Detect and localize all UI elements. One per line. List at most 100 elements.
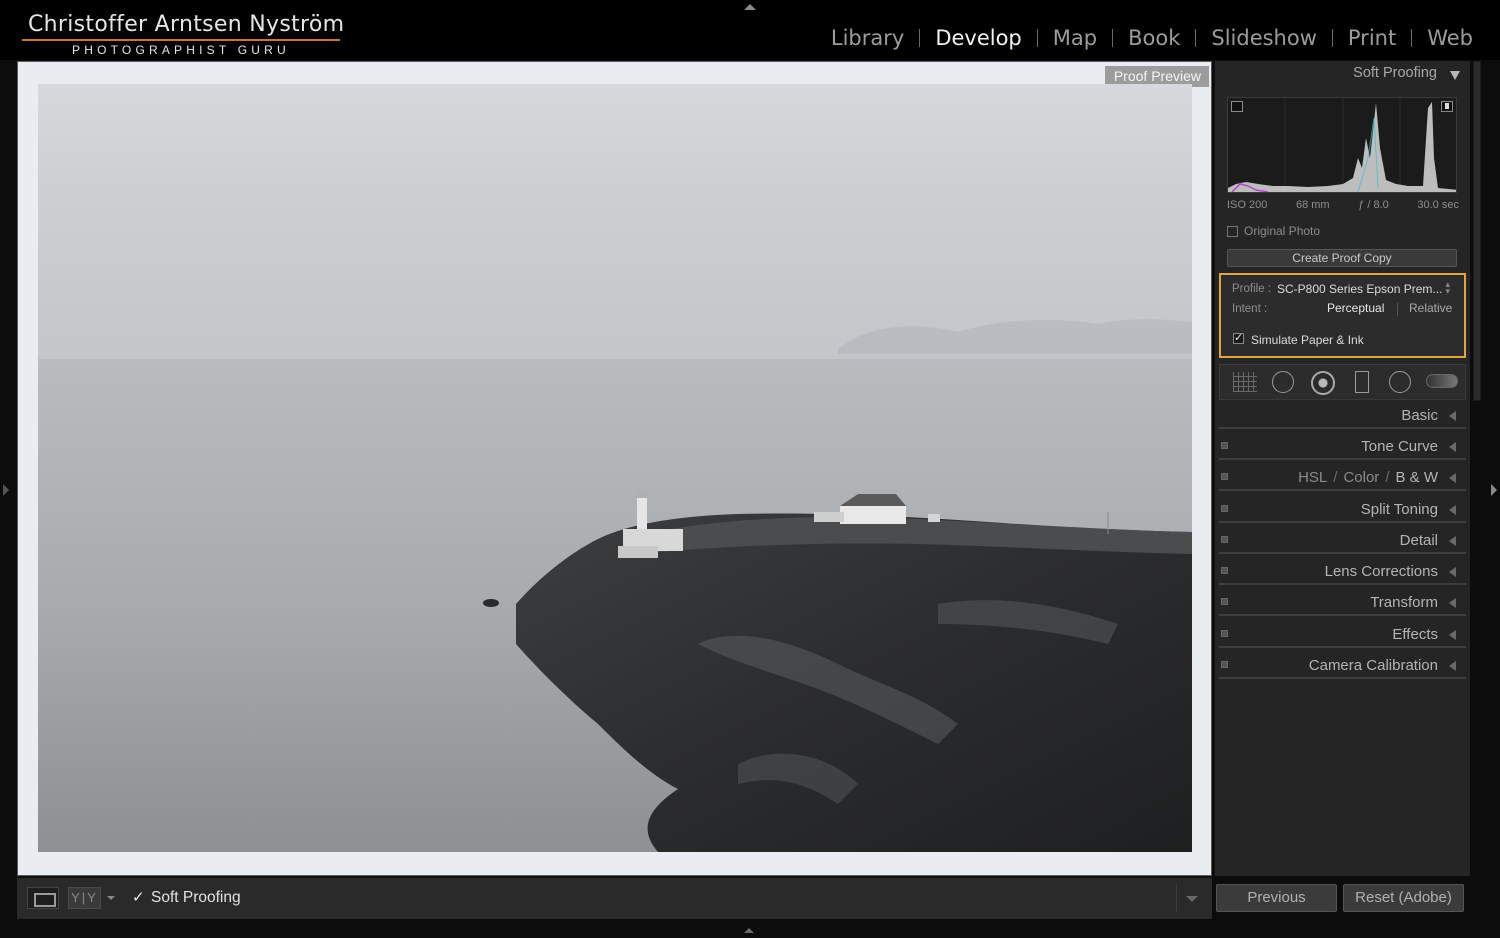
section-expand-icon[interactable] bbox=[1449, 661, 1456, 671]
lighthouse-photo bbox=[38, 84, 1192, 852]
reset-button[interactable]: Reset (Adobe) bbox=[1343, 884, 1464, 912]
section-expand-icon[interactable] bbox=[1449, 598, 1456, 608]
intent-relative-option[interactable]: Relative bbox=[1409, 301, 1452, 315]
crop-tool-icon[interactable] bbox=[1232, 372, 1257, 392]
section-expand-icon[interactable] bbox=[1449, 536, 1456, 546]
identity-plate: Christoffer Arntsen Nyström PHOTOGRAPHIS… bbox=[22, 12, 345, 57]
section-split-toning-label: Split Toning bbox=[1360, 501, 1438, 518]
toolbar-options-dropdown[interactable] bbox=[1176, 884, 1204, 912]
section-toggle-icon[interactable] bbox=[1221, 536, 1228, 543]
profile-stepper-icon[interactable]: ▴ ▾ bbox=[1445, 280, 1450, 296]
section-transform-label: Transform bbox=[1370, 594, 1438, 611]
section-toggle-icon[interactable] bbox=[1221, 630, 1228, 637]
section-toggle-icon[interactable] bbox=[1221, 473, 1228, 480]
simulate-paper-ink-label[interactable]: Simulate Paper & Ink bbox=[1251, 333, 1364, 347]
section-expand-icon[interactable] bbox=[1449, 505, 1456, 515]
section-lens-corrections[interactable]: Lens Corrections bbox=[1219, 559, 1466, 585]
section-expand-icon[interactable] bbox=[1449, 567, 1456, 577]
develop-tool-strip bbox=[1219, 364, 1466, 400]
exif-info: ISO 200 68 mm ƒ / 8.0 30.0 sec bbox=[1227, 199, 1459, 211]
panel-collapse-triangle-icon[interactable] bbox=[1450, 71, 1460, 80]
section-toggle-icon[interactable] bbox=[1221, 505, 1228, 512]
module-web[interactable]: Web bbox=[1412, 26, 1488, 50]
module-library[interactable]: Library bbox=[816, 26, 919, 50]
module-map[interactable]: Map bbox=[1038, 26, 1112, 50]
identity-accent-line bbox=[22, 39, 340, 41]
section-toggle-icon[interactable] bbox=[1221, 567, 1228, 574]
collapse-right-panel-icon[interactable] bbox=[1491, 484, 1497, 496]
section-tone-curve[interactable]: Tone Curve bbox=[1219, 434, 1466, 460]
profile-label: Profile : bbox=[1232, 283, 1271, 295]
bw-tab[interactable]: B & W bbox=[1395, 469, 1438, 486]
section-effects-label: Effects bbox=[1392, 626, 1438, 643]
soft-proofing-settings: Profile : SC-P800 Series Epson Prem... ▴… bbox=[1219, 273, 1466, 358]
section-detail-label: Detail bbox=[1399, 532, 1438, 549]
adjustment-brush-tool-icon[interactable] bbox=[1426, 369, 1459, 395]
module-picker: Library Develop Map Book Slideshow Print… bbox=[816, 26, 1488, 50]
spot-removal-tool-icon[interactable] bbox=[1270, 369, 1296, 395]
exif-focal-length: 68 mm bbox=[1295, 199, 1330, 211]
original-photo-row[interactable]: Original Photo bbox=[1227, 224, 1320, 238]
expand-left-panel-icon[interactable] bbox=[3, 484, 9, 496]
graduated-filter-tool-icon[interactable] bbox=[1348, 369, 1374, 395]
highlight-clipping-icon[interactable] bbox=[1441, 101, 1453, 112]
develop-bottom-buttons: Previous Reset (Adobe) bbox=[1216, 884, 1464, 914]
section-toggle-icon[interactable] bbox=[1221, 661, 1228, 668]
photo-image[interactable] bbox=[38, 84, 1192, 852]
original-photo-checkbox[interactable] bbox=[1227, 225, 1238, 237]
simulate-paper-ink-checkbox[interactable]: ✓ bbox=[1233, 333, 1244, 344]
section-camera-calibration-label: Camera Calibration bbox=[1308, 657, 1438, 674]
section-detail[interactable]: Detail bbox=[1219, 528, 1466, 554]
identity-subtitle: PHOTOGRAPHIST GURU bbox=[72, 43, 290, 57]
identity-name: Christoffer Arntsen Nyström bbox=[28, 12, 345, 37]
loupe-view-button[interactable] bbox=[27, 887, 59, 909]
section-lens-corrections-label: Lens Corrections bbox=[1324, 563, 1438, 580]
before-after-button[interactable]: Y|Y bbox=[68, 887, 101, 909]
original-photo-label: Original Photo bbox=[1244, 224, 1321, 238]
section-effects[interactable]: Effects bbox=[1219, 622, 1466, 648]
soft-proofing-panel-header[interactable]: Soft Proofing bbox=[1215, 65, 1467, 87]
section-expand-icon[interactable] bbox=[1449, 473, 1456, 483]
shadow-clipping-icon[interactable] bbox=[1231, 101, 1243, 112]
hsl-separator: / bbox=[1333, 469, 1338, 486]
histogram[interactable] bbox=[1227, 97, 1457, 193]
expand-filmstrip-icon[interactable] bbox=[744, 928, 754, 933]
module-book[interactable]: Book bbox=[1113, 26, 1195, 50]
intent-label: Intent : bbox=[1232, 303, 1268, 315]
section-basic-label: Basic bbox=[1401, 407, 1438, 424]
top-bar: Christoffer Arntsen Nyström PHOTOGRAPHIS… bbox=[0, 0, 1500, 60]
red-eye-tool-icon[interactable] bbox=[1309, 369, 1335, 395]
exif-iso: ISO 200 bbox=[1227, 199, 1268, 211]
before-after-dropdown-icon[interactable] bbox=[107, 896, 115, 900]
profile-select[interactable]: SC-P800 Series Epson Prem... bbox=[1277, 282, 1442, 296]
module-print[interactable]: Print bbox=[1333, 26, 1411, 50]
soft-proofing-label[interactable]: Soft Proofing bbox=[151, 889, 241, 907]
previous-button[interactable]: Previous bbox=[1216, 884, 1337, 912]
exif-shutter: 30.0 sec bbox=[1417, 199, 1459, 211]
right-panel: Soft Proofing ISO 200 68 mm ƒ / 8.0 30.0… bbox=[1214, 61, 1470, 876]
module-slideshow[interactable]: Slideshow bbox=[1196, 26, 1332, 50]
intent-perceptual-option[interactable]: Perceptual bbox=[1327, 301, 1384, 315]
hsl-tab[interactable]: HSL bbox=[1298, 469, 1327, 486]
section-tone-curve-label: Tone Curve bbox=[1361, 438, 1438, 455]
section-expand-icon[interactable] bbox=[1449, 411, 1456, 421]
section-transform[interactable]: Transform bbox=[1219, 590, 1466, 616]
histogram-graph bbox=[1228, 98, 1456, 192]
section-expand-icon[interactable] bbox=[1449, 442, 1456, 452]
radial-filter-tool-icon[interactable] bbox=[1387, 369, 1413, 395]
section-basic[interactable]: Basic bbox=[1219, 403, 1466, 429]
section-camera-calibration[interactable]: Camera Calibration bbox=[1219, 653, 1466, 679]
section-toggle-icon[interactable] bbox=[1221, 598, 1228, 605]
exif-aperture: ƒ / 8.0 bbox=[1358, 199, 1389, 211]
section-expand-icon[interactable] bbox=[1449, 630, 1456, 640]
create-proof-copy-button[interactable]: Create Proof Copy bbox=[1227, 249, 1457, 267]
section-split-toning[interactable]: Split Toning bbox=[1219, 497, 1466, 523]
soft-proofing-checkbox[interactable]: ✓ bbox=[132, 890, 147, 905]
color-tab[interactable]: Color bbox=[1343, 469, 1379, 486]
photo-preview-area[interactable]: Proof Preview bbox=[17, 61, 1212, 876]
module-develop[interactable]: Develop bbox=[920, 26, 1036, 50]
section-toggle-icon[interactable] bbox=[1221, 442, 1228, 449]
right-panel-scrollbar[interactable] bbox=[1473, 61, 1481, 401]
section-hsl[interactable]: HSL / Color / B & W bbox=[1219, 465, 1466, 491]
collapse-top-panel-icon[interactable] bbox=[744, 4, 756, 10]
